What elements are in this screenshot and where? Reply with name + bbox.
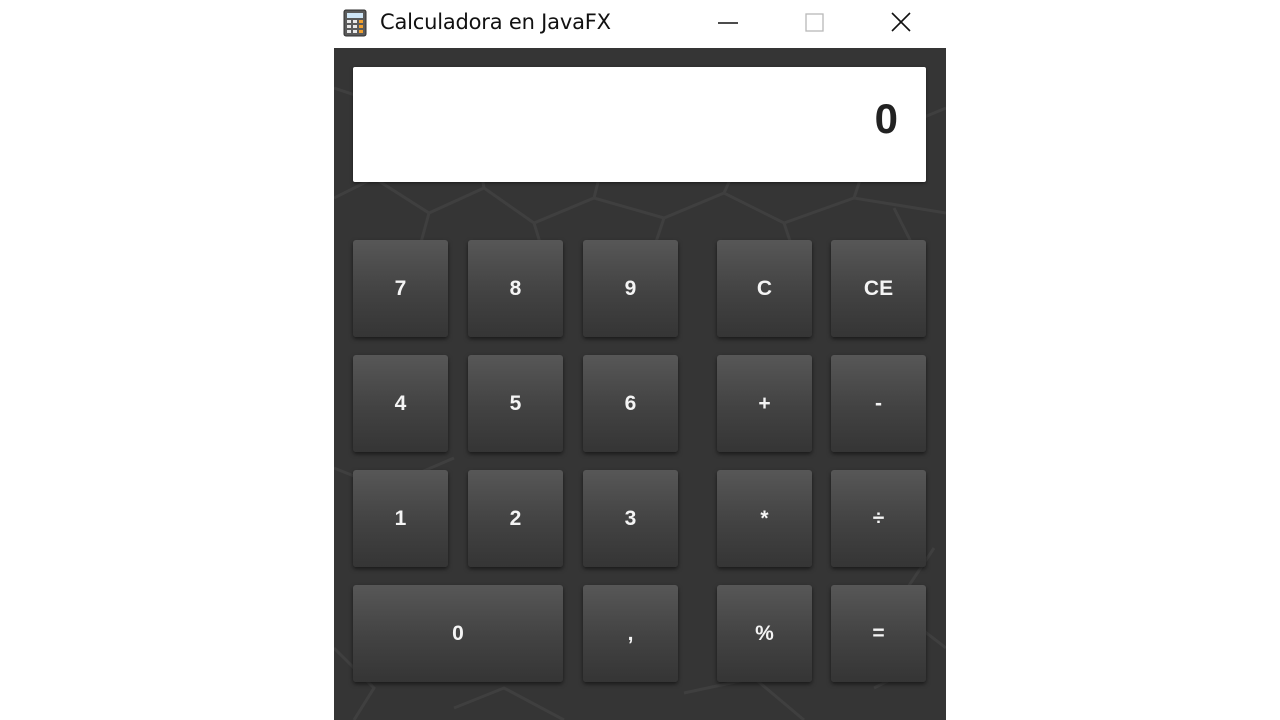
close-icon — [891, 12, 911, 32]
percent-button[interactable]: % — [717, 585, 812, 682]
maximize-icon — [805, 13, 824, 32]
maximize-button[interactable] — [785, 0, 843, 46]
minimize-button[interactable] — [699, 0, 757, 46]
key-4[interactable]: 4 — [353, 355, 448, 452]
minimize-icon — [718, 22, 738, 24]
decimal-comma-button[interactable]: , — [583, 585, 678, 682]
key-9[interactable]: 9 — [583, 240, 678, 337]
key-8[interactable]: 8 — [468, 240, 563, 337]
key-6[interactable]: 6 — [583, 355, 678, 452]
equals-button[interactable]: = — [831, 585, 926, 682]
calculator-body: 0 7 8 9 C CE 4 5 6 + - 1 2 3 * ÷ 0 , % = — [334, 48, 946, 720]
key-2[interactable]: 2 — [468, 470, 563, 567]
window-title: Calculadora en JavaFX — [380, 10, 611, 34]
add-button[interactable]: + — [717, 355, 812, 452]
key-3[interactable]: 3 — [583, 470, 678, 567]
key-5[interactable]: 5 — [468, 355, 563, 452]
clear-button[interactable]: C — [717, 240, 812, 337]
calculator-window: Calculadora en JavaFX 0 7 8 9 C CE 4 5 6… — [334, 0, 946, 720]
key-7[interactable]: 7 — [353, 240, 448, 337]
clear-entry-button[interactable]: CE — [831, 240, 926, 337]
close-button[interactable] — [873, 0, 931, 46]
display-value: 0 — [874, 95, 898, 142]
calculator-icon — [343, 9, 367, 37]
result-display: 0 — [353, 67, 926, 182]
multiply-button[interactable]: * — [717, 470, 812, 567]
key-1[interactable]: 1 — [353, 470, 448, 567]
title-bar[interactable]: Calculadora en JavaFX — [334, 0, 946, 48]
divide-button[interactable]: ÷ — [831, 470, 926, 567]
key-0[interactable]: 0 — [353, 585, 563, 682]
subtract-button[interactable]: - — [831, 355, 926, 452]
